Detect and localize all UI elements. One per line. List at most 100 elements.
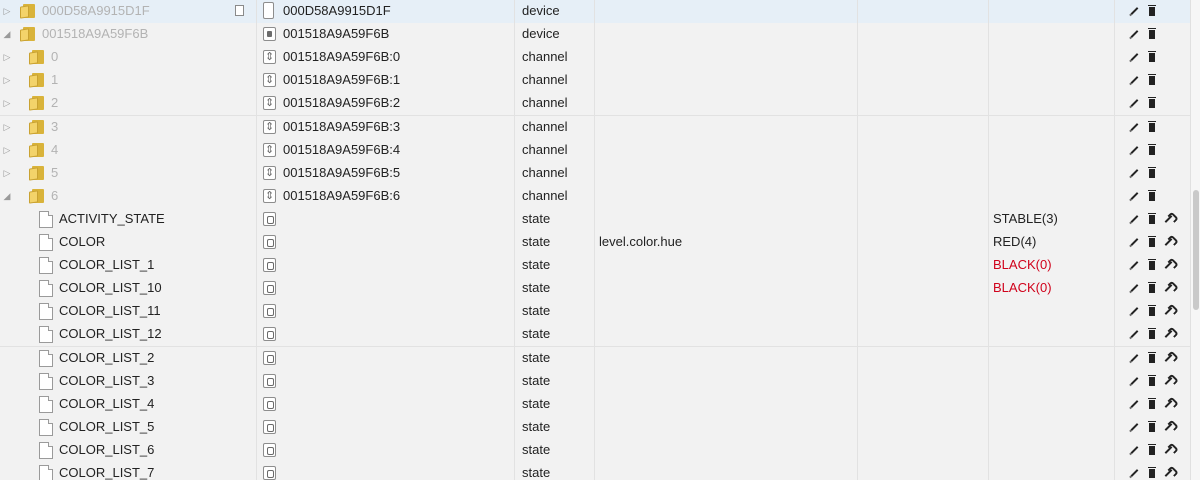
settings-wrench-icon[interactable] [1164,215,1173,223]
tree-row-state[interactable]: COLOR_LIST_3 state [0,369,1200,394]
settings-wrench-icon[interactable] [1164,284,1173,293]
edit-pencil-icon[interactable] [1130,469,1139,477]
column-divider [1114,369,1115,393]
edit-pencil-icon[interactable] [1130,122,1139,131]
role-cell [594,208,794,231]
delete-trash-icon[interactable] [1148,5,1156,16]
object-name-label: 001518A9A59F6B:2 [283,95,401,111]
settings-wrench-icon[interactable] [1164,469,1173,477]
tree-row-state[interactable]: COLOR_LIST_7 state [0,462,1200,480]
tree-row-state[interactable]: COLOR_LIST_10 state BLACK(0) [0,277,1200,302]
delete-trash-icon[interactable] [1148,51,1156,63]
delete-trash-icon[interactable] [1148,189,1156,201]
edit-pencil-icon[interactable] [1130,399,1139,408]
value-cell: STABLE(3) [993,210,1058,226]
object-name-cell: 001518A9A59F6B:0 [0,46,514,69]
channel-icon [263,139,276,161]
edit-pencil-icon[interactable] [1130,353,1139,362]
edit-pencil-icon[interactable] [1130,145,1139,154]
delete-trash-icon[interactable] [1148,397,1156,409]
settings-wrench-icon[interactable] [1164,330,1173,339]
tree-row-channel[interactable]: ◢6001518A9A59F6B:6channel [0,184,1200,209]
edit-pencil-icon[interactable] [1130,330,1139,339]
tree-row-channel[interactable]: ▷1001518A9A59F6B:1channel [0,69,1200,94]
settings-wrench-icon[interactable] [1164,399,1173,408]
tree-row-device[interactable]: ▷ 000D58A9915D1F 000D58A9915D1F device [0,0,1200,24]
delete-trash-icon[interactable] [1148,443,1156,455]
delete-trash-icon[interactable] [1148,259,1156,271]
delete-trash-icon[interactable] [1148,97,1156,109]
edit-pencil-icon[interactable] [1130,191,1139,200]
value-cell [988,370,1114,393]
edit-pencil-icon[interactable] [1130,307,1139,316]
tree-row-channel[interactable]: ▷5001518A9A59F6B:5channel [0,161,1200,186]
role-cell [594,462,794,480]
edit-pencil-icon[interactable] [1130,215,1139,223]
column-divider [857,277,858,301]
edit-pencil-icon[interactable] [1130,284,1139,293]
value-cell [988,300,1114,323]
tree-row-state[interactable]: COLOR_LIST_4 state [0,392,1200,417]
edit-pencil-icon[interactable] [1130,238,1139,246]
edit-pencil-icon[interactable] [1130,7,1139,15]
delete-trash-icon[interactable] [1148,420,1156,432]
tree-row-channel[interactable]: ▷0001518A9A59F6B:0channel [0,46,1200,71]
settings-wrench-icon[interactable] [1164,376,1173,385]
column-divider [857,115,858,139]
delete-trash-icon[interactable] [1148,305,1156,317]
delete-trash-icon[interactable] [1148,166,1156,178]
tree-row-state[interactable]: COLOR_LIST_1 state BLACK(0) [0,254,1200,279]
delete-trash-icon[interactable] [1148,74,1156,86]
tree-row-device[interactable]: ◢ 001518A9A59F6B 001518A9A59F6B device [0,23,1200,48]
settings-wrench-icon[interactable] [1164,238,1173,246]
edit-pencil-icon[interactable] [1130,168,1139,177]
channel-icon [263,92,276,114]
delete-trash-icon[interactable] [1148,236,1156,247]
tree-row-channel[interactable]: ▷2001518A9A59F6B:2channel [0,92,1200,117]
edit-pencil-icon[interactable] [1130,422,1139,431]
column-divider [857,254,858,278]
state-icon [263,373,276,388]
delete-trash-icon[interactable] [1148,282,1156,294]
tree-row-state[interactable]: COLOR_LIST_6 state [0,438,1200,463]
edit-pencil-icon[interactable] [1130,99,1139,108]
delete-trash-icon[interactable] [1148,143,1156,155]
delete-trash-icon[interactable] [1148,467,1156,478]
role-cell [594,277,794,300]
column-divider [857,438,858,462]
edit-pencil-icon[interactable] [1130,261,1139,269]
settings-wrench-icon[interactable] [1164,422,1173,431]
scrollbar-thumb[interactable] [1193,190,1199,310]
role-cell [594,185,794,208]
delete-trash-icon[interactable] [1148,374,1156,386]
column-divider [1114,23,1115,47]
settings-wrench-icon[interactable] [1164,307,1173,316]
delete-trash-icon[interactable] [1148,351,1156,363]
tree-row-state[interactable]: COLOR_LIST_5 state [0,415,1200,440]
tree-row-state[interactable]: COLOR_LIST_2 state [0,346,1200,371]
settings-wrench-icon[interactable] [1164,446,1173,454]
tree-row-state[interactable]: ACTIVITY_STATE state STABLE(3) [0,207,1200,232]
settings-wrench-icon[interactable] [1164,261,1173,269]
role-cell [594,116,794,139]
tree-row-state[interactable]: COLOR state level.color.hue RED(4) [0,231,1200,255]
tree-row-state[interactable]: COLOR_LIST_12 state [0,323,1200,348]
settings-wrench-icon[interactable] [1164,353,1173,362]
tree-row-channel[interactable]: ▷3001518A9A59F6B:3channel [0,115,1200,140]
edit-pencil-icon[interactable] [1130,30,1139,38]
edit-pencil-icon[interactable] [1130,76,1139,85]
delete-trash-icon[interactable] [1148,120,1156,132]
vertical-scrollbar[interactable] [1190,0,1200,480]
delete-trash-icon[interactable] [1148,212,1156,224]
delete-trash-icon[interactable] [1148,28,1156,40]
tree-row-channel[interactable]: ▷4001518A9A59F6B:4channel [0,138,1200,163]
edit-pencil-icon[interactable] [1130,376,1139,385]
channel-icon [263,46,276,68]
object-name-cell: 001518A9A59F6B:1 [0,69,514,92]
edit-pencil-icon[interactable] [1130,53,1139,62]
role-cell [594,92,794,115]
delete-trash-icon[interactable] [1148,328,1156,340]
tree-row-state[interactable]: COLOR_LIST_11 state [0,300,1200,325]
edit-pencil-icon[interactable] [1130,446,1139,454]
state-icon [263,304,276,319]
